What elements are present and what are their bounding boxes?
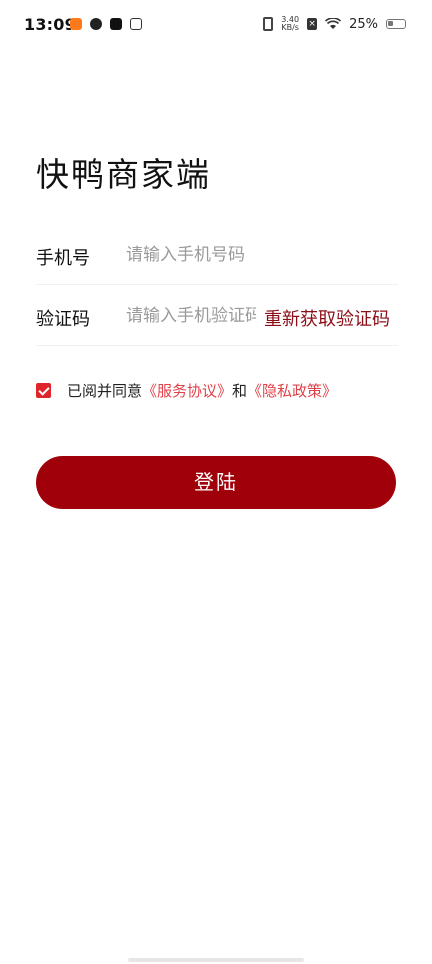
code-label: 验证码: [36, 309, 90, 330]
x-icon: ×: [307, 18, 318, 30]
battery-percentage: 25%: [349, 16, 378, 32]
code-input[interactable]: [126, 301, 256, 331]
home-indicator[interactable]: [128, 958, 304, 962]
agreement-checkbox[interactable]: [36, 383, 51, 398]
phone-input[interactable]: [126, 240, 366, 270]
taobao-icon: [70, 18, 82, 30]
robot-icon: [130, 18, 142, 30]
status-time: 13:09: [24, 15, 76, 34]
phone-label: 手机号: [36, 248, 90, 269]
code-row: 验证码 重新获取验证码: [36, 287, 398, 346]
network-speed-unit: KB/s: [281, 23, 299, 32]
get-code-button[interactable]: 重新获取验证码: [264, 305, 390, 331]
agreement-row: 已阅并同意 《服务协议》 和 《隐私政策》: [36, 380, 337, 401]
login-button[interactable]: 登陆: [36, 456, 396, 509]
link-icon: [90, 18, 102, 30]
agreement-prefix: 已阅并同意: [67, 382, 143, 400]
privacy-policy-link[interactable]: 《隐私政策》: [247, 380, 337, 401]
wifi-icon: [325, 18, 342, 29]
phone-row: 手机号: [36, 226, 398, 285]
status-bar: 13:09 3.40 KB/s × 25%: [0, 0, 432, 52]
service-agreement-link[interactable]: 《服务协议》: [142, 380, 232, 401]
network-speed: 3.40 KB/s: [281, 16, 299, 32]
tiktok-icon: [110, 18, 122, 30]
notification-icons: [70, 18, 142, 30]
system-icons: 3.40 KB/s × 25%: [263, 16, 406, 32]
page-title: 快鸭商家端: [36, 155, 211, 194]
battery-icon: [386, 19, 406, 29]
vibrate-icon: [263, 17, 274, 31]
agreement-and: 和: [232, 382, 248, 400]
